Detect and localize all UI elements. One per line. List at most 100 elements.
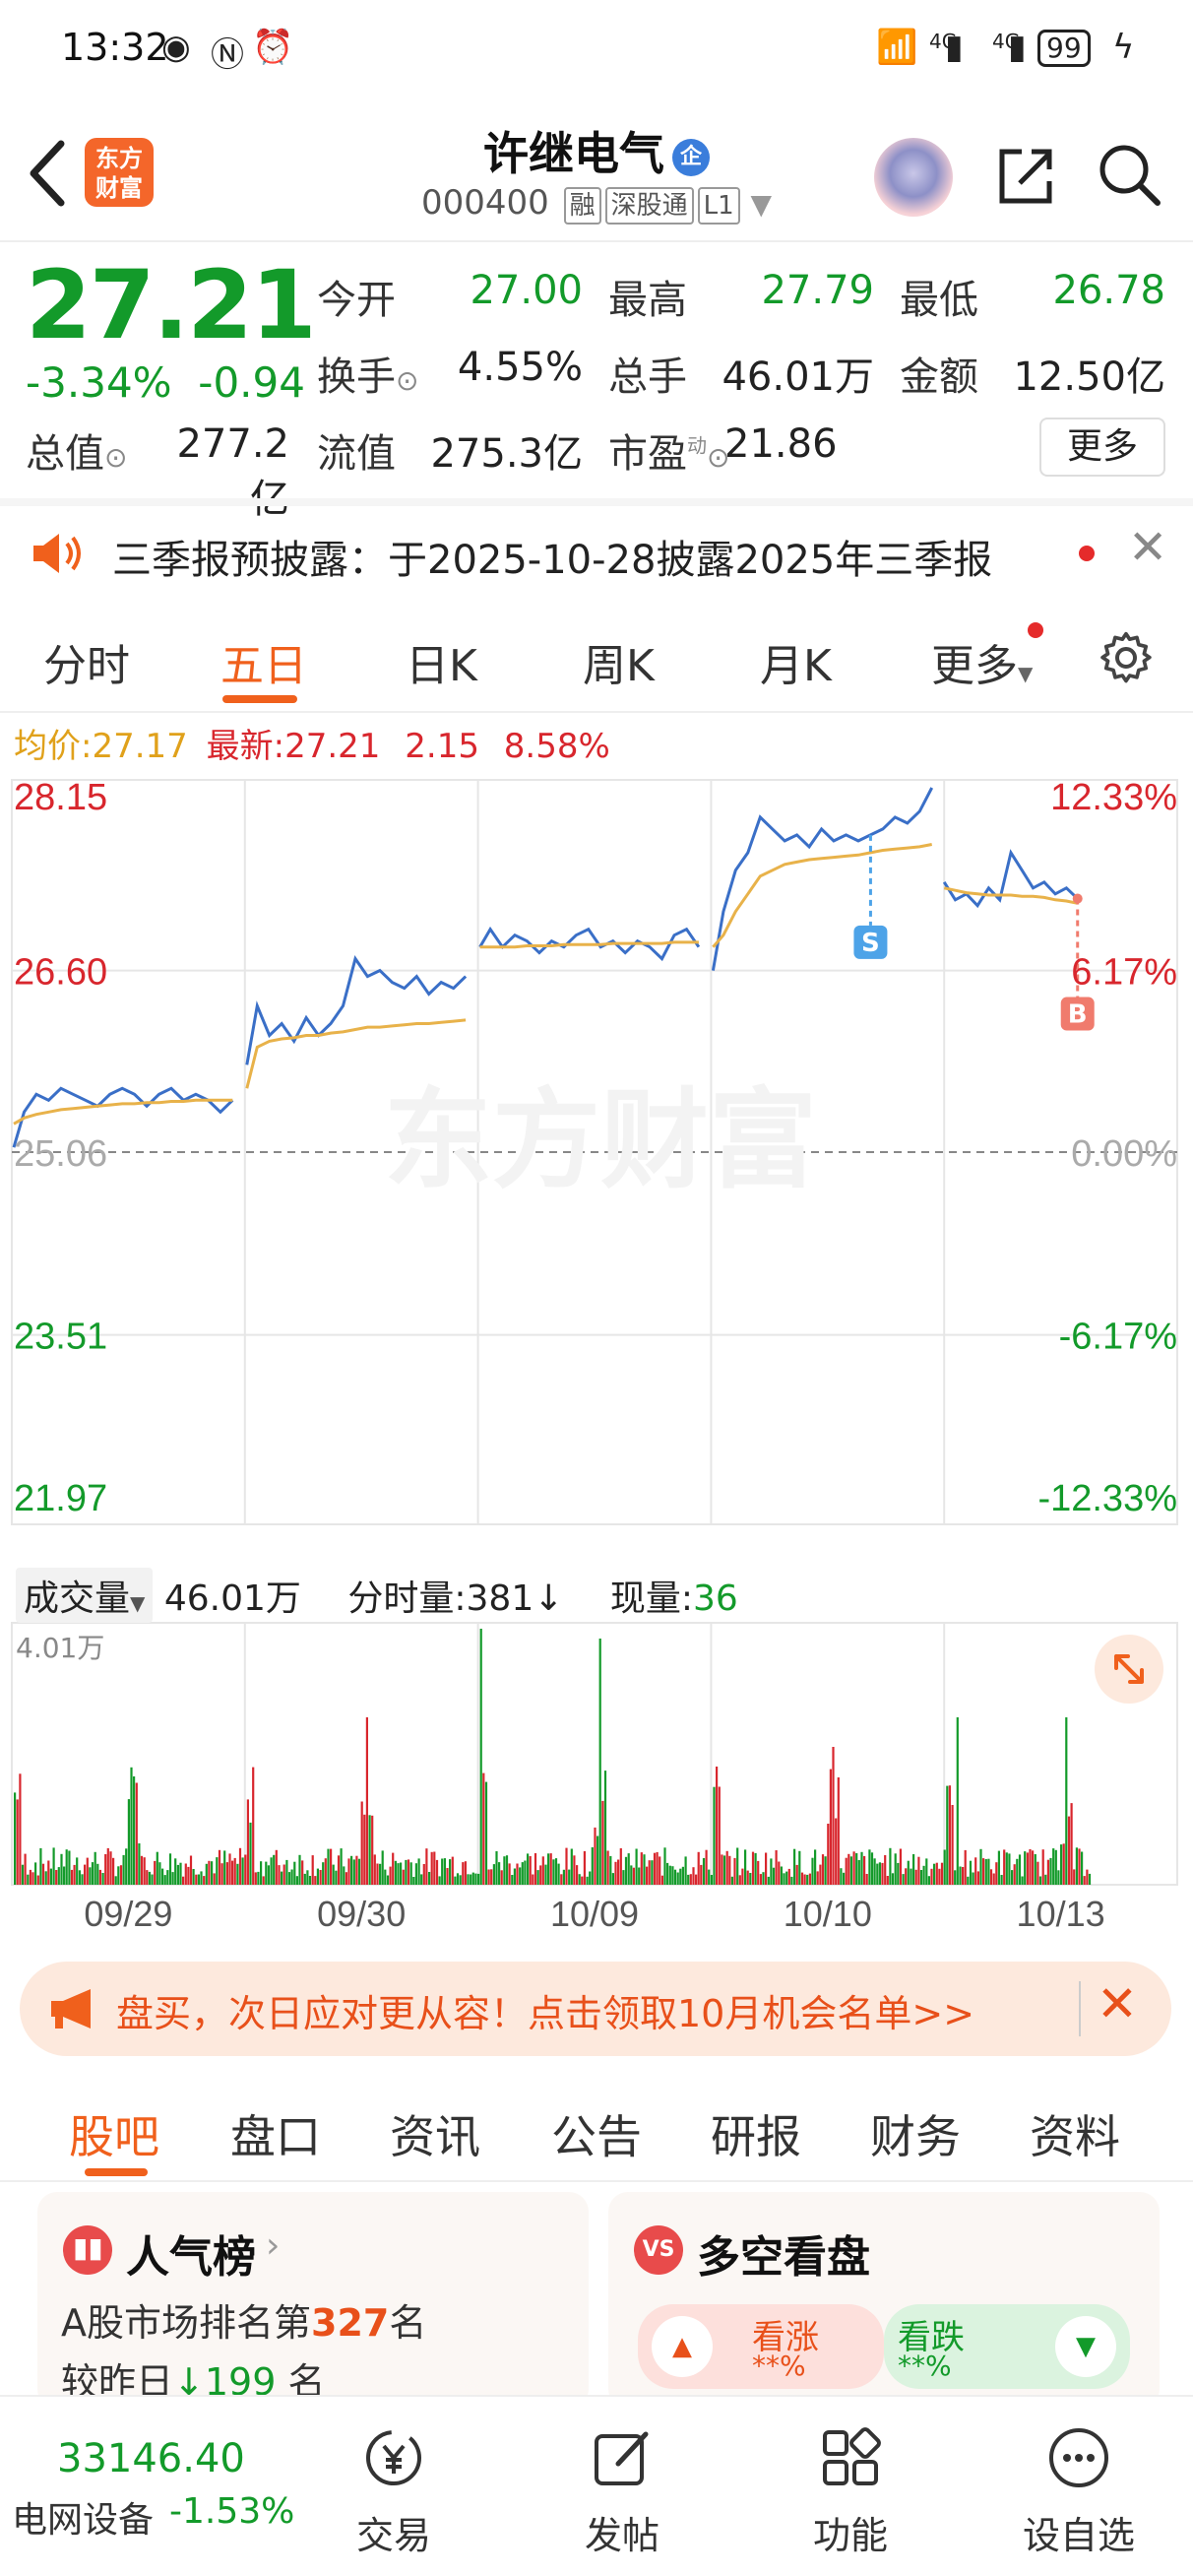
volume-bar	[1070, 1803, 1073, 1885]
promo-banner[interactable]: 盘买，次日应对更从容！点击领取10月机会名单>> ✕	[20, 1962, 1171, 2056]
tab-news[interactable]: 资讯	[390, 2101, 480, 2166]
volume-bar	[751, 1851, 755, 1885]
volume-bar	[989, 1869, 993, 1885]
field-label-pe: 市盈动⊙	[608, 421, 729, 479]
volume-bar	[697, 1851, 700, 1885]
volume-bar	[1088, 1873, 1092, 1885]
chevron-down-icon: ▼	[750, 188, 773, 221]
tab-daily-k[interactable]: 日K	[406, 630, 477, 693]
tab-monthly-k[interactable]: 月K	[760, 630, 832, 693]
volume-bar	[793, 1848, 796, 1885]
more-fields-button[interactable]: 更多	[1039, 418, 1165, 477]
nav-post[interactable]: 发帖	[543, 2397, 701, 2576]
volume-bar	[260, 1861, 263, 1885]
volume-bar	[208, 1860, 211, 1885]
volume-bar	[355, 1855, 358, 1885]
volume-bar	[897, 1862, 900, 1885]
volume-bar	[705, 1849, 708, 1885]
search-icon[interactable]	[1097, 142, 1162, 207]
x-day-label: 10/10	[784, 1894, 872, 1934]
volume-bar	[635, 1848, 638, 1885]
bull-vote-button[interactable]: ▲ 看涨 **%	[638, 2304, 884, 2389]
volume-bar	[409, 1862, 412, 1885]
notice-bar[interactable]: 三季报预披露：于2025-10-28披露2025年三季报 ✕	[0, 504, 1193, 603]
volume-bar	[681, 1866, 684, 1885]
tab-intraday[interactable]: 分时	[43, 630, 130, 693]
settings-gear-icon[interactable]	[1099, 630, 1154, 685]
signal-icon-2: ▮	[1008, 28, 1027, 67]
nav-functions[interactable]: 功能	[772, 2397, 929, 2576]
five-day-chart[interactable]: 东方财富 SB 28.15 12.33% 26.60 6.17% 25.06 0.00% 2…	[0, 768, 1193, 1934]
volume-bar	[471, 1872, 474, 1885]
volume-bar	[1034, 1854, 1036, 1885]
volume-bar	[254, 1872, 257, 1885]
volume-bar	[278, 1865, 281, 1885]
volume-bar	[933, 1863, 936, 1885]
volume-bar	[738, 1875, 741, 1885]
period-volume-value: 381	[466, 1578, 534, 1619]
now-volume-label: 现量:	[609, 1578, 693, 1619]
volume-bar	[1013, 1864, 1016, 1885]
volume-bar	[765, 1852, 768, 1885]
share-icon[interactable]	[992, 144, 1057, 209]
volume-dropdown[interactable]: 成交量▼	[16, 1568, 154, 1623]
tab-research[interactable]: 研报	[711, 2101, 801, 2166]
ai-assistant-avatar[interactable]	[874, 138, 953, 217]
volume-bar	[910, 1868, 912, 1885]
volume-bar	[287, 1872, 291, 1885]
volume-bar	[76, 1857, 79, 1885]
popularity-card[interactable]: ▮▮ 人气榜 › A股市场排名第327名 较昨日↓199 名	[37, 2192, 589, 2409]
volume-bar	[591, 1847, 594, 1885]
tab-five-day[interactable]: 五日	[220, 630, 307, 693]
sentiment-card[interactable]: VS 多空看盘 ▲ 看涨 **% 看跌 **% ▼	[608, 2192, 1160, 2409]
nav-add-watchlist[interactable]: 设自选	[1000, 2397, 1158, 2576]
volume-bar	[940, 1862, 944, 1885]
battery-icon: 99	[1037, 30, 1091, 67]
volume-bar	[974, 1857, 977, 1885]
volume-bar	[270, 1857, 273, 1885]
volume-bar	[184, 1863, 187, 1885]
volume-bar	[231, 1860, 234, 1885]
bear-vote-button[interactable]: 看跌 **% ▼	[884, 2304, 1130, 2389]
volume-bar	[790, 1876, 793, 1885]
stock-code: 000400	[420, 183, 549, 223]
expand-button[interactable]	[1095, 1635, 1163, 1704]
volume-bar	[757, 1860, 760, 1885]
volume-bar	[972, 1872, 974, 1885]
volume-bar	[156, 1851, 158, 1885]
volume-bar	[708, 1869, 711, 1885]
sector-name: 电网设备	[12, 2500, 155, 2541]
tab-weekly-k[interactable]: 周K	[583, 630, 655, 693]
tab-more[interactable]: 更多▼	[931, 630, 1033, 693]
volume-bar	[19, 1773, 22, 1885]
volume-bar	[462, 1862, 465, 1885]
volume-bar	[997, 1850, 1000, 1885]
volume-bar	[60, 1853, 63, 1885]
volume-bar	[500, 1870, 503, 1885]
volume-bar	[171, 1872, 174, 1885]
volume-bar	[508, 1863, 511, 1885]
tab-financials[interactable]: 财务	[870, 2101, 961, 2166]
volume-bar	[148, 1871, 151, 1885]
volume-bar	[161, 1868, 164, 1885]
info-icon-2[interactable]: ⊙	[104, 441, 127, 474]
volume-bar	[392, 1852, 395, 1885]
nav-trade[interactable]: 交易	[315, 2397, 472, 2576]
tab-announcements[interactable]: 公告	[551, 2101, 642, 2166]
sector-index[interactable]: 33146.40 电网设备 -1.53%	[0, 2397, 305, 2576]
close-promo-icon[interactable]: ✕	[1097, 1975, 1138, 2032]
bull-value: **%	[752, 2350, 806, 2382]
info-icon[interactable]: ⊙	[396, 364, 418, 397]
field-value-float: 275.3亿	[430, 431, 583, 477]
tab-forum[interactable]: 股吧	[69, 2101, 159, 2166]
volume-bar	[443, 1858, 446, 1885]
down-triangle-icon: ▼	[1055, 2316, 1116, 2377]
close-notice-icon[interactable]: ✕	[1128, 520, 1167, 575]
unread-dot	[1079, 546, 1095, 561]
tab-profile[interactable]: 资料	[1030, 2101, 1120, 2166]
volume-bar	[1044, 1874, 1047, 1885]
volume-bar	[195, 1874, 198, 1885]
tab-orderbook[interactable]: 盘口	[230, 2101, 321, 2166]
volume-max-label: 4.01万	[16, 1632, 105, 1664]
volume-bar	[927, 1876, 930, 1885]
